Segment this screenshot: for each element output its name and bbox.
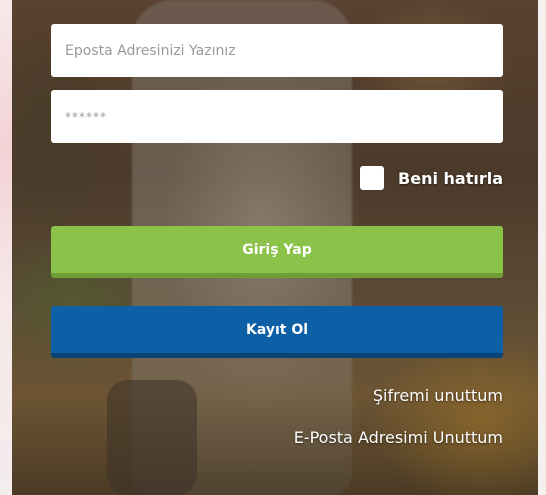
forgot-password-link[interactable]: Şifremi unuttum xyxy=(373,386,503,405)
login-page: Beni hatırla Giriş Yap Kayıt Ol Şifremi … xyxy=(0,0,546,495)
login-form: Beni hatırla Giriş Yap Kayıt Ol Şifremi … xyxy=(0,0,546,495)
password-input[interactable] xyxy=(51,90,503,143)
login-button[interactable]: Giriş Yap xyxy=(51,226,503,278)
remember-me-row: Beni hatırla xyxy=(360,166,503,190)
register-button[interactable]: Kayıt Ol xyxy=(51,306,503,358)
email-input[interactable] xyxy=(51,24,503,77)
remember-me-label[interactable]: Beni hatırla xyxy=(398,169,503,188)
remember-me-checkbox[interactable] xyxy=(360,166,385,190)
forgot-email-link[interactable]: E-Posta Adresimi Unuttum xyxy=(294,428,503,447)
